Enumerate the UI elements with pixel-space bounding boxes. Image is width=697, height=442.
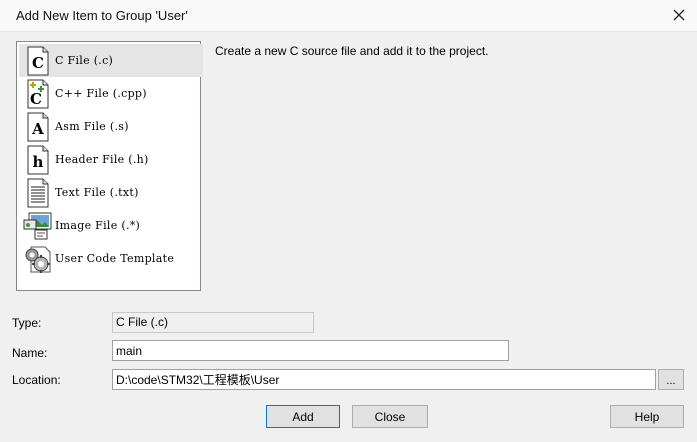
list-item-label: Header File (.h)	[55, 153, 149, 166]
list-item-image-file[interactable]: Image File (.*)	[19, 209, 204, 242]
help-button-label: Help	[634, 409, 660, 424]
image-file-icon	[23, 211, 53, 241]
list-item-label: Text File (.txt)	[55, 186, 139, 199]
list-item-text-file[interactable]: Text File (.txt)	[19, 176, 204, 209]
close-window-button[interactable]	[667, 3, 691, 27]
title-bar: Add New Item to Group 'User'	[0, 0, 697, 32]
svg-text:h: h	[33, 153, 44, 171]
list-item-label: Asm File (.s)	[55, 120, 129, 133]
svg-text:A: A	[31, 120, 44, 138]
list-item-label: Image File (.*)	[55, 219, 141, 232]
cpp-file-icon: C	[23, 79, 53, 109]
location-input[interactable]	[112, 369, 656, 390]
asm-file-icon: A	[23, 112, 53, 142]
list-item-header-file[interactable]: h Header File (.h)	[19, 143, 204, 176]
name-label: Name:	[12, 346, 48, 360]
list-item-label: User Code Template	[55, 252, 175, 265]
add-button-label: Add	[292, 409, 314, 424]
list-item-user-code-template[interactable]: User Code Template	[19, 242, 204, 275]
list-item-c-file[interactable]: C C File (.c)	[19, 44, 203, 77]
text-file-icon	[23, 178, 53, 208]
dialog-title: Add New Item to Group 'User'	[16, 8, 188, 23]
list-item-asm-file[interactable]: A Asm File (.s)	[19, 110, 204, 143]
type-label: Type:	[12, 316, 42, 330]
type-field: C File (.c)	[112, 312, 314, 333]
location-label: Location:	[12, 373, 61, 387]
browse-button[interactable]: ...	[658, 369, 684, 390]
list-item-label: C++ File (.cpp)	[55, 87, 147, 100]
close-icon	[673, 9, 685, 21]
help-button[interactable]: Help	[610, 405, 684, 428]
name-input[interactable]	[112, 340, 509, 361]
code-template-icon	[23, 244, 53, 274]
item-description: Create a new C source file and add it to…	[215, 44, 489, 58]
list-item-label: C File (.c)	[55, 54, 114, 67]
svg-text:C: C	[30, 90, 42, 108]
browse-button-label: ...	[666, 375, 676, 387]
file-type-list[interactable]: C C File (.c) C C++ File (.cpp) A Asm Fi…	[16, 41, 204, 291]
header-file-icon: h	[23, 145, 53, 175]
close-button-label: Close	[374, 409, 406, 424]
add-button[interactable]: Add	[266, 405, 340, 428]
c-file-icon: C	[23, 46, 53, 76]
close-button[interactable]: Close	[352, 405, 428, 428]
list-item-cpp-file[interactable]: C C++ File (.cpp)	[19, 77, 204, 110]
svg-text:C: C	[32, 54, 44, 72]
